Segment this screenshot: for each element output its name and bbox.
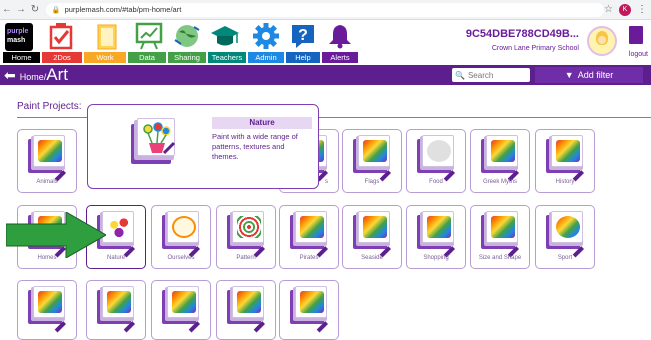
filter-icon: ▼ (564, 70, 574, 80)
nav-help[interactable]: Help (286, 52, 320, 63)
project-label: Food (429, 179, 443, 185)
nav-data[interactable]: Data (128, 52, 166, 63)
back-arrow-icon[interactable]: ⬅ (4, 68, 16, 82)
main-toolbar: purple mash ? Home 2Dos Work Data Sharin… (0, 20, 651, 65)
project-thumbnail (97, 286, 135, 333)
school-name: Crown Lane Primary School (491, 45, 579, 52)
search-icon: 🔍 (455, 70, 465, 80)
flower-pot-icon (143, 122, 176, 155)
project-thumbnail (481, 211, 519, 258)
project-thumbnail (227, 211, 265, 258)
nav-2dos[interactable]: 2Dos (42, 52, 82, 63)
project-thumbnail (162, 286, 200, 333)
project-thumbnail (28, 135, 66, 182)
project-card-pirates[interactable]: Pirates (279, 205, 339, 269)
project-thumbnail (290, 286, 328, 333)
tooltip-title: Nature (212, 117, 312, 129)
user-avatar[interactable] (587, 26, 617, 56)
menu-icon[interactable]: ⋮ (637, 4, 647, 15)
nav-teachers[interactable]: Teachers (208, 52, 246, 63)
logout-icon[interactable] (629, 26, 643, 44)
project-card[interactable] (86, 280, 146, 340)
globe-icon[interactable] (172, 22, 202, 50)
project-label: Animals (36, 179, 58, 185)
graduation-cap-icon[interactable] (210, 22, 240, 50)
project-tooltip: Nature Paint with a wide range of patter… (87, 104, 319, 189)
project-label: Size and Shape (478, 255, 522, 261)
project-label: Flags (364, 179, 380, 185)
project-card-ourselves[interactable]: Ourselves (151, 205, 211, 269)
bell-icon[interactable] (326, 22, 354, 50)
breadcrumb: Home/ Art (20, 65, 68, 85)
project-thumbnail (353, 135, 391, 182)
project-thumbnail (353, 211, 391, 258)
project-card-sport[interactable]: Sport (535, 205, 595, 269)
page-title: Art (46, 65, 68, 84)
project-thumbnail (546, 135, 584, 182)
nav-sharing[interactable]: Sharing (168, 52, 206, 63)
project-label: Greek Myths (482, 179, 517, 185)
search-input[interactable]: 🔍 Search (452, 68, 530, 82)
project-card-shopping[interactable]: Shopping (406, 205, 466, 269)
lock-icon: 🔒 (51, 6, 61, 14)
nav-alerts[interactable]: Alerts (322, 52, 358, 63)
project-card-history[interactable]: History (535, 129, 595, 193)
project-card-seaside[interactable]: Seaside (342, 205, 402, 269)
gear-icon[interactable] (252, 22, 280, 50)
project-label: Ourselves (167, 255, 195, 261)
project-card-animals[interactable]: Animals (17, 129, 77, 193)
nav-work[interactable]: Work (84, 52, 126, 63)
project-label: History (555, 179, 575, 185)
nav-home[interactable]: Home (3, 52, 40, 63)
project-label: Pattern (236, 255, 256, 261)
project-label: Pirates (299, 255, 319, 261)
chart-board-icon[interactable] (134, 22, 164, 50)
logout-label[interactable]: logout (629, 51, 648, 58)
folder-icon[interactable] (93, 22, 121, 50)
green-arrow-icon (6, 212, 106, 258)
project-label: Shopping (423, 255, 449, 261)
project-thumbnail (417, 211, 455, 258)
project-card-flags[interactable]: Flags (342, 129, 402, 193)
tooltip-thumbnail (131, 118, 177, 164)
project-thumbnail (162, 211, 200, 258)
breadcrumb-home[interactable]: Home/ (20, 72, 47, 82)
project-thumbnail (546, 211, 584, 258)
project-card[interactable] (151, 280, 211, 340)
project-card[interactable] (216, 280, 276, 340)
search-placeholder: Search (467, 70, 494, 80)
nav-admin[interactable]: Admin (248, 52, 284, 63)
project-card[interactable] (279, 280, 339, 340)
project-thumbnail (481, 135, 519, 182)
purplemash-logo[interactable]: purple mash (5, 23, 33, 51)
tooltip-description: Paint with a wide range of patterns, tex… (212, 132, 298, 161)
address-bar[interactable]: 🔒 purplemash.com/#tab/pm-home/art (45, 2, 605, 17)
project-card-greek-myths[interactable]: Greek Myths (470, 129, 530, 193)
school-id: 9C54DBE788CD49B... (465, 28, 579, 40)
bookmark-star-icon[interactable]: ☆ (604, 4, 613, 15)
project-label: Sport (557, 255, 573, 261)
question-icon[interactable]: ? (289, 22, 317, 50)
checklist-icon[interactable] (47, 22, 75, 50)
svg-text:?: ? (298, 27, 308, 44)
project-card-food[interactable]: Food (406, 129, 466, 193)
url-text: purplemash.com/#tab/pm-home/art (64, 5, 182, 14)
project-label: Seaside (361, 255, 383, 261)
project-thumbnail (417, 135, 455, 182)
add-filter-label: Add filter (577, 70, 614, 80)
section-title: Paint Projects: (17, 101, 82, 112)
profile-avatar[interactable]: K (619, 3, 631, 16)
back-icon[interactable]: ← (0, 4, 14, 15)
project-card-size-and-shape[interactable]: Size and Shape (470, 205, 530, 269)
project-card-pattern[interactable]: Pattern (216, 205, 276, 269)
reload-icon[interactable]: ↻ (28, 4, 42, 15)
project-card[interactable] (17, 280, 77, 340)
project-thumbnail (227, 286, 265, 333)
add-filter-button[interactable]: ▼ Add filter (535, 67, 643, 83)
browser-bar: ← → ↻ 🔒 purplemash.com/#tab/pm-home/art … (0, 0, 651, 20)
forward-icon[interactable]: → (14, 4, 28, 15)
breadcrumb-bar: ⬅ Home/ Art 🔍 Search ▼ Add filter (0, 65, 651, 85)
project-thumbnail (290, 211, 328, 258)
project-thumbnail (28, 286, 66, 333)
